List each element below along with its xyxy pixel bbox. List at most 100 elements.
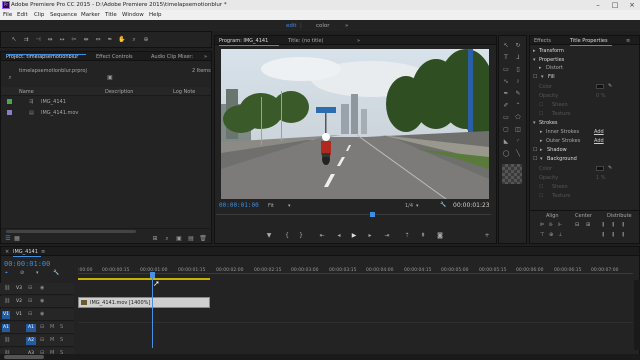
transform-section[interactable]: Transform <box>539 48 564 54</box>
eye-icon[interactable]: ◉ <box>40 285 44 291</box>
distribute-4-icon[interactable]: ⫼ <box>602 232 604 238</box>
strokes-section[interactable]: Strokes <box>539 120 558 126</box>
rectangle-tool-icon[interactable]: ▭ <box>502 114 510 122</box>
solo-s[interactable]: S <box>60 324 63 330</box>
panel-more-icon[interactable]: » <box>204 54 207 60</box>
distribute-2-icon[interactable]: ⫼ <box>612 222 614 228</box>
rounded-rect-2-icon[interactable]: ◫ <box>514 126 522 134</box>
distribute-5-icon[interactable]: ⫼ <box>612 232 614 238</box>
menu-clip[interactable]: Clip <box>34 12 44 18</box>
project-item-sequence[interactable]: ⇶ IMG_4141 <box>1 97 211 106</box>
linked-selection-icon[interactable]: ⊘ <box>20 270 24 276</box>
background-checkbox[interactable]: ☐ <box>533 156 537 162</box>
rate-stretch-tool-icon[interactable]: ↔ <box>58 36 66 44</box>
line-icon[interactable]: ╲ <box>514 150 522 158</box>
track-label-v2[interactable]: V2 <box>14 298 24 306</box>
align-hcenter-icon[interactable]: ⊪ <box>549 222 553 228</box>
clipped-rect-icon[interactable]: ⬠ <box>514 114 522 122</box>
track-lock-icon[interactable]: ⊟ <box>28 311 32 317</box>
program-video-frame[interactable] <box>221 49 489 199</box>
wedge-icon[interactable]: ◣ <box>502 138 510 146</box>
new-item-icon[interactable]: ▤ <box>187 235 195 243</box>
track-label-a2[interactable]: A2 <box>26 337 36 345</box>
track-lock-icon[interactable]: ⊟ <box>28 298 32 304</box>
fill-section[interactable]: Fill <box>548 74 555 80</box>
tab-effect-controls[interactable]: Effect Controls <box>96 54 133 60</box>
tab-title[interactable]: Title: (no title) <box>288 38 323 44</box>
go-to-out-icon[interactable]: ⇥ <box>383 232 391 240</box>
fill-opacity-value[interactable]: 0 % <box>596 93 606 99</box>
menu-help[interactable]: Help <box>149 12 162 18</box>
fill-checkbox[interactable]: ☐ <box>533 74 537 80</box>
monitor-current-timecode[interactable]: 00:00:01:00 <box>219 202 259 209</box>
mark-in-icon[interactable]: { <box>283 232 291 240</box>
menu-file[interactable]: File <box>3 12 12 18</box>
horizontal-scrollbar[interactable] <box>6 230 136 233</box>
convert-anchor-icon[interactable]: ⌃ <box>514 102 522 110</box>
column-description[interactable]: Description <box>105 89 133 95</box>
menu-window[interactable]: Window <box>122 12 144 18</box>
inner-strokes-toggle-icon[interactable]: ▸ <box>540 129 543 135</box>
slip-tool-icon[interactable]: ⇼ <box>82 36 90 44</box>
props-menu-icon[interactable]: ≡ <box>626 38 630 44</box>
background-toggle-icon[interactable]: ▾ <box>540 156 543 162</box>
bg-sheen-checkbox[interactable]: ☐ <box>539 184 543 190</box>
new-bin-button-icon[interactable]: ▣ <box>175 235 183 243</box>
align-left-icon[interactable]: ⊫ <box>540 222 544 228</box>
search-icon[interactable]: ⌕ <box>6 74 14 82</box>
vertical-area-type-icon[interactable]: ▯ <box>514 66 522 74</box>
button-editor-plus-icon[interactable]: + <box>483 232 491 240</box>
rounded-rect-icon[interactable]: ▢ <box>502 126 510 134</box>
toggle-sync-lock-icon[interactable]: ⛓ <box>4 337 10 343</box>
align-bottom-icon[interactable]: ⊥ <box>558 232 562 238</box>
inner-strokes-add-link[interactable]: Add <box>594 129 604 135</box>
tab-title-properties[interactable]: Title Properties <box>570 38 608 44</box>
title-selection-icon[interactable]: ↖ <box>502 42 510 50</box>
add-marker-timeline-icon[interactable]: ▾ <box>36 270 39 276</box>
project-item-clip[interactable]: ▤ IMG_4141.mov <box>1 108 211 117</box>
lift-icon[interactable]: ⇡ <box>403 232 411 240</box>
track-label-v3[interactable]: V3 <box>14 285 24 293</box>
outer-strokes-toggle-icon[interactable]: ▸ <box>540 138 543 144</box>
timeline-close-icon[interactable]: × <box>5 249 9 255</box>
track-lock-icon[interactable]: ⊟ <box>40 324 44 330</box>
area-type-icon[interactable]: ▭ <box>502 66 510 74</box>
distribute-1-icon[interactable]: ⫼ <box>602 222 604 228</box>
source-patch-v1[interactable]: V1 <box>2 311 10 319</box>
slide-tool-icon[interactable]: ⇔ <box>94 36 102 44</box>
tab-audio-clip-mixer[interactable]: Audio Clip Mixer: <box>151 54 193 60</box>
bg-opacity-value[interactable]: 1 % <box>596 175 606 181</box>
new-bin-icon[interactable]: ▣ <box>106 74 114 82</box>
track-select-tool-icon[interactable]: ⇉ <box>22 36 30 44</box>
distribute-3-icon[interactable]: ⫼ <box>622 222 624 228</box>
shadow-checkbox[interactable]: ☐ <box>533 147 537 153</box>
toggle-sync-lock-icon[interactable]: ⛓ <box>4 298 10 304</box>
icon-view-icon[interactable]: ▦ <box>13 235 21 243</box>
track-label-v1[interactable]: V1 <box>14 311 24 319</box>
automate-sequence-icon[interactable]: ⊞ <box>151 235 159 243</box>
monitor-time-ruler[interactable] <box>216 214 491 215</box>
razor-tool-icon[interactable]: ✂ <box>70 36 78 44</box>
vertical-type-icon[interactable]: ⅃ <box>514 54 522 62</box>
track-lock-icon[interactable]: ⊟ <box>28 285 32 291</box>
menu-title[interactable]: Title <box>105 12 117 18</box>
bg-color-swatch[interactable] <box>596 166 604 171</box>
play-button-icon[interactable]: ▶ <box>350 232 358 240</box>
find-icon[interactable]: ⌕ <box>163 235 171 243</box>
column-log-note[interactable]: Log Note <box>173 89 195 95</box>
column-name[interactable]: Name <box>19 89 34 95</box>
outer-strokes-add-link[interactable]: Add <box>594 138 604 144</box>
center-v-icon[interactable]: ⊞ <box>586 222 590 228</box>
resolution-dropdown[interactable]: 1/4 <box>405 203 413 209</box>
solo-s[interactable]: S <box>60 337 63 343</box>
ellipse-icon[interactable]: ◯ <box>502 150 510 158</box>
menu-sequence[interactable]: Sequence <box>50 12 77 18</box>
vertical-path-type-icon[interactable]: ≀ <box>514 78 522 86</box>
tab-program[interactable]: Program: IMG_4141 <box>219 38 268 44</box>
menu-marker[interactable]: Marker <box>81 12 100 18</box>
fit-dropdown[interactable]: Fit <box>268 203 274 209</box>
timeline-wrench-icon[interactable]: 🔧 <box>53 270 59 276</box>
selection-tool-icon[interactable]: ↖ <box>10 36 18 44</box>
center-h-icon[interactable]: ⊟ <box>575 222 579 228</box>
mute-m[interactable]: M <box>50 337 54 343</box>
